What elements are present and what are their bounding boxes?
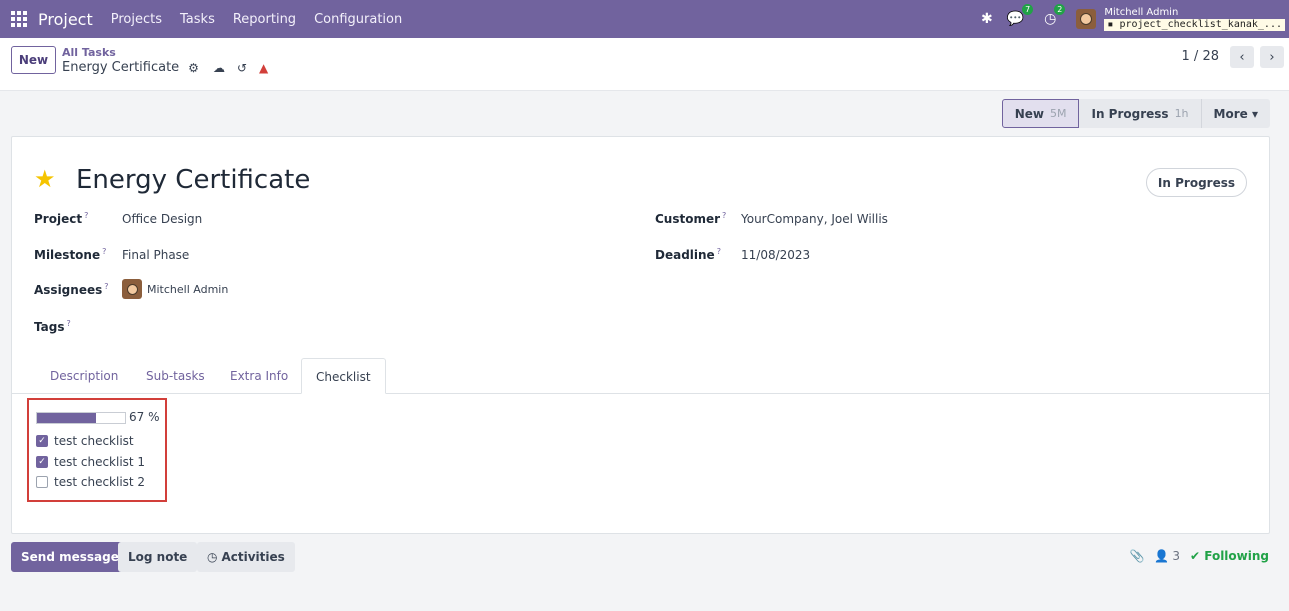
followers-icon[interactable]: 👤 [1154, 549, 1169, 563]
app-brand[interactable]: Project [38, 10, 93, 29]
record-name-line: Energy Certificate ⚙ ☁ ↺ ▲ [62, 60, 268, 75]
assignee-name: Mitchell Admin [147, 282, 229, 296]
followers-count[interactable]: 3 [1172, 549, 1180, 563]
tags-label: Tags? [34, 319, 71, 334]
activities-button[interactable]: ◷ Activities [197, 542, 295, 572]
checklist-item[interactable]: ✓ test checklist [36, 434, 134, 448]
tab-checklist[interactable]: Checklist [301, 358, 386, 394]
customer-field[interactable]: YourCompany, Joel Willis [741, 212, 888, 226]
deadline-field[interactable]: 11/08/2023 [741, 248, 810, 262]
deadline-label: Deadline? [655, 247, 721, 262]
menu-configuration[interactable]: Configuration [314, 12, 402, 27]
clock-icon: ◷ [207, 550, 218, 564]
log-note-button[interactable]: Log note [118, 542, 198, 572]
checklist-item-label: test checklist 2 [54, 475, 146, 489]
stage-more-label: More ▾ [1213, 106, 1258, 121]
form-sheet: ★ Energy Certificate In Progress Project… [11, 136, 1270, 534]
following-button[interactable]: ✔ Following [1190, 549, 1269, 563]
checkbox[interactable]: ✓ [36, 435, 48, 447]
breadcrumb-all-tasks[interactable]: All Tasks [62, 46, 116, 59]
user-name: Mitchell Admin [1104, 7, 1179, 18]
stage-in-progress[interactable]: In Progress 1h [1079, 99, 1202, 128]
stage-statusbar: New 5M In Progress 1h More ▾ [1001, 99, 1270, 128]
stage-more-dropdown[interactable]: More ▾ [1201, 99, 1270, 128]
milestone-field[interactable]: Final Phase [122, 248, 189, 262]
send-message-button[interactable]: Send message [11, 542, 129, 572]
menu-projects[interactable]: Projects [111, 12, 162, 27]
control-panel: New All Tasks Energy Certificate ⚙ ☁ ↺ ▲… [0, 38, 1289, 91]
customer-label: Customer? [655, 211, 727, 226]
following-label: Following [1204, 549, 1269, 563]
discard-undo-icon[interactable]: ↺ [237, 61, 247, 75]
assignees-field[interactable]: Mitchell Admin [122, 279, 228, 299]
new-button[interactable]: New [11, 46, 56, 74]
stage-new-duration: 5M [1049, 107, 1067, 120]
database-name-text: project_checklist_kanak_... [1119, 19, 1282, 30]
task-title[interactable]: Energy Certificate [76, 165, 310, 195]
checklist-highlight-box: 67 % ✓ test checklist ✓ test checklist 1… [27, 398, 167, 502]
pager-previous-button[interactable]: ‹ [1230, 46, 1254, 68]
menu-reporting[interactable]: Reporting [233, 12, 296, 27]
notebook-tabs: Description Sub-tasks Extra Info Checkli… [12, 358, 1269, 394]
assignees-label: Assignees? [34, 282, 109, 297]
pager-next-button[interactable]: › [1260, 46, 1284, 68]
milestone-label: Milestone? [34, 247, 107, 262]
record-name: Energy Certificate [62, 60, 180, 75]
gear-icon[interactable]: ⚙ [188, 61, 199, 75]
stage-new-label: New [1014, 106, 1044, 121]
activities-label: Activities [221, 550, 285, 564]
checklist-progress-fill [37, 413, 96, 423]
checklist-item-label: test checklist 1 [54, 455, 146, 469]
stage-new[interactable]: New 5M [1001, 99, 1080, 128]
debug-bug-icon[interactable]: ✱ [981, 11, 993, 27]
paperclip-icon[interactable]: 📎 [1129, 549, 1144, 563]
stage-in-progress-label: In Progress [1091, 106, 1169, 121]
checkbox[interactable] [36, 476, 48, 488]
database-name: ▪ project_checklist_kanak_... [1104, 19, 1285, 31]
apps-menu-icon[interactable] [0, 0, 38, 38]
task-state-badge[interactable]: In Progress [1145, 168, 1247, 197]
checklist-item-label: test checklist [54, 434, 134, 448]
assignee-avatar [122, 279, 142, 299]
chatter-toolbar-right: 📎 👤 3 ✔ Following [1129, 549, 1269, 563]
activities-clock-icon[interactable]: ◷ 2 [1044, 4, 1066, 27]
messages-badge: 7 [1022, 4, 1034, 15]
checklist-item[interactable]: ✓ test checklist 1 [36, 455, 145, 469]
priority-star-icon[interactable]: ★ [34, 165, 56, 193]
menu-tasks[interactable]: Tasks [180, 12, 215, 27]
user-avatar[interactable] [1076, 9, 1097, 29]
activities-badge: 2 [1054, 4, 1066, 15]
warning-icon[interactable]: ▲ [259, 61, 268, 75]
top-navbar: Project Projects Tasks Reporting Configu… [0, 0, 1289, 38]
database-icon: ▪ [1107, 19, 1114, 30]
checklist-item[interactable]: test checklist 2 [36, 475, 145, 489]
stage-in-progress-duration: 1h [1174, 107, 1189, 120]
tab-sub-tasks[interactable]: Sub-tasks [146, 358, 205, 394]
cloud-save-icon[interactable]: ☁ [213, 61, 225, 75]
messages-icon[interactable]: 💬 7 [1007, 4, 1034, 27]
checkbox[interactable]: ✓ [36, 456, 48, 468]
tab-extra-info[interactable]: Extra Info [230, 358, 288, 394]
project-field[interactable]: Office Design [122, 212, 202, 226]
project-label: Project? [34, 211, 89, 226]
checklist-progress-bar [36, 412, 126, 424]
user-menu[interactable]: Mitchell Admin ▪ project_checklist_kanak… [1104, 7, 1285, 31]
checklist-progress-text: 67 % [129, 410, 160, 424]
tab-description[interactable]: Description [50, 358, 118, 394]
pager-value[interactable]: 1 / 28 [1182, 49, 1219, 64]
